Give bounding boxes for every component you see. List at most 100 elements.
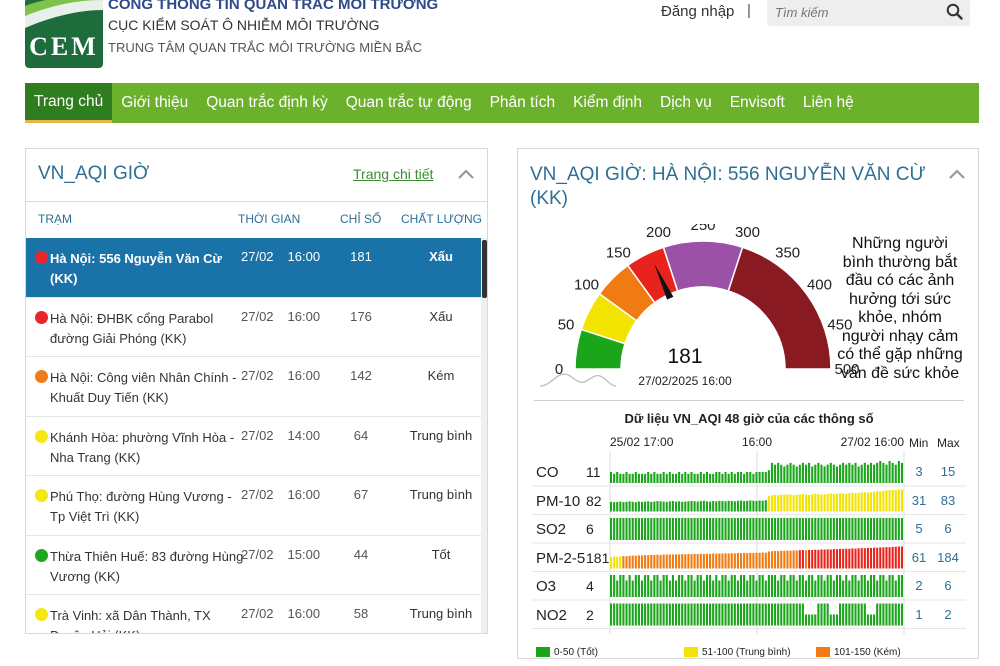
param-bar <box>879 518 882 540</box>
param-bar <box>888 547 891 569</box>
table-row[interactable]: Phú Thọ: đường Hùng Vương - Tp Việt Trì … <box>26 476 481 536</box>
param-bar <box>653 518 656 540</box>
param-bar <box>699 603 702 626</box>
param-bar <box>873 614 876 626</box>
param-bar <box>873 547 876 569</box>
org-names: CỔNG THÔNG TIN QUAN TRẮC MÔI TRƯỜNG CỤC … <box>108 0 528 60</box>
param-bar <box>628 575 631 597</box>
param-bar <box>795 580 798 597</box>
param-bar <box>811 550 814 569</box>
param-bar <box>613 502 616 512</box>
col-header-station: TRẠM <box>38 212 72 226</box>
param-bar <box>755 472 758 483</box>
nav-item-0[interactable]: Trang chủ <box>25 83 113 123</box>
table-row[interactable]: Trà Vinh: xã Dân Thành, TX Duyên Hải (KK… <box>26 595 481 633</box>
param-bar <box>876 603 879 626</box>
param-bar <box>900 518 903 540</box>
nav-item-3[interactable]: Quan trắc tự động <box>337 83 481 123</box>
param-bar <box>792 495 795 512</box>
param-bar <box>783 518 786 540</box>
param-bar <box>637 603 640 626</box>
param-bar <box>718 518 721 540</box>
table-row[interactable]: Khánh Hòa: phường Vĩnh Hòa - Nha Trang (… <box>26 417 481 476</box>
param-bar <box>804 518 808 540</box>
table-row[interactable]: Hà Nội: ĐHBK cổng Parabol đường Giải Phó… <box>26 298 481 357</box>
nav-item-4[interactable]: Phân tích <box>481 83 565 123</box>
chevron-up-icon[interactable] <box>458 169 474 179</box>
scrollbar-thumb[interactable] <box>482 240 487 298</box>
param-min: 3 <box>915 464 923 479</box>
param-bar <box>842 548 845 569</box>
param-bar <box>674 501 678 512</box>
param-bar <box>619 501 622 512</box>
param-bar <box>662 554 665 569</box>
param-bar <box>804 464 808 483</box>
chevron-up-icon[interactable] <box>949 169 965 179</box>
table-row[interactable]: Hà Nội: Công viên Nhân Chính - Khuất Duy… <box>26 357 481 417</box>
table-scrollbar[interactable] <box>481 238 487 633</box>
param-bar <box>817 462 820 483</box>
param-bar <box>634 575 637 597</box>
param-bar <box>681 575 684 597</box>
param-bar <box>730 472 733 483</box>
param-bar <box>730 603 733 626</box>
param-bar <box>795 494 798 512</box>
nav-item-8[interactable]: Liên hệ <box>794 83 863 123</box>
param-bar <box>767 603 770 626</box>
quality-label: Trung bình <box>409 427 473 443</box>
param-bar <box>724 518 727 540</box>
param-bar <box>702 553 705 569</box>
param-bar <box>733 603 736 626</box>
param-bar <box>842 518 845 540</box>
legend-swatch <box>536 647 550 658</box>
param-bar <box>783 550 786 569</box>
param-bar <box>647 501 650 512</box>
param-bar <box>628 473 631 483</box>
param-bar <box>659 518 662 540</box>
param-bar <box>749 603 752 626</box>
param-bar <box>897 489 900 512</box>
legend-swatch <box>684 647 698 658</box>
login-link[interactable]: Đăng nhập <box>661 3 734 20</box>
nav-item-2[interactable]: Quan trắc định kỳ <box>197 83 336 123</box>
table-row[interactable]: Thừa Thiên Huế: 83 đường Hùng Vương (KK)… <box>26 536 481 595</box>
gauge-tick-label: 250 <box>690 224 715 234</box>
param-bar <box>792 603 795 626</box>
param-bar <box>826 603 829 626</box>
gauge-tick-label: 150 <box>606 245 631 262</box>
search-icon[interactable] <box>946 3 963 20</box>
param-bar <box>814 580 817 597</box>
param-bar <box>854 462 857 483</box>
param-bar <box>885 603 888 626</box>
gauge-tick-label: 200 <box>646 224 671 241</box>
nav-item-6[interactable]: Dịch vụ <box>651 83 721 123</box>
param-bar <box>746 580 749 597</box>
param-bar <box>885 580 888 597</box>
param-bar <box>749 518 752 540</box>
cem-logo[interactable]: CEM <box>25 0 103 68</box>
param-bar <box>690 575 693 597</box>
param-bar <box>733 518 736 540</box>
nav-item-5[interactable]: Kiểm định <box>564 83 651 123</box>
param-bar <box>678 472 681 483</box>
time-tick-label: 25/02 17:00 <box>610 435 674 449</box>
param-bar <box>777 495 780 512</box>
param-bar <box>764 518 767 540</box>
param-bar <box>613 556 616 569</box>
param-bar <box>662 501 665 512</box>
table-row[interactable]: Hà Nội: 556 Nguyễn Văn Cừ (KK) 27/02 16:00… <box>26 238 481 298</box>
param-bar <box>619 603 622 626</box>
param-bar <box>739 500 743 512</box>
param-max: 6 <box>944 578 952 593</box>
nav-item-7[interactable]: Envisoft <box>721 83 794 123</box>
param-bar <box>662 575 665 597</box>
param-bar <box>770 462 774 483</box>
measure-hour: 16:00 <box>287 487 321 502</box>
param-bar <box>857 580 860 597</box>
param-bar <box>783 603 786 626</box>
nav-item-1[interactable]: Giới thiệu <box>112 83 197 123</box>
detail-link[interactable]: Trang chi tiết <box>353 166 433 182</box>
param-bar <box>761 472 764 483</box>
search-input[interactable] <box>775 2 940 22</box>
param-bar <box>650 580 653 597</box>
